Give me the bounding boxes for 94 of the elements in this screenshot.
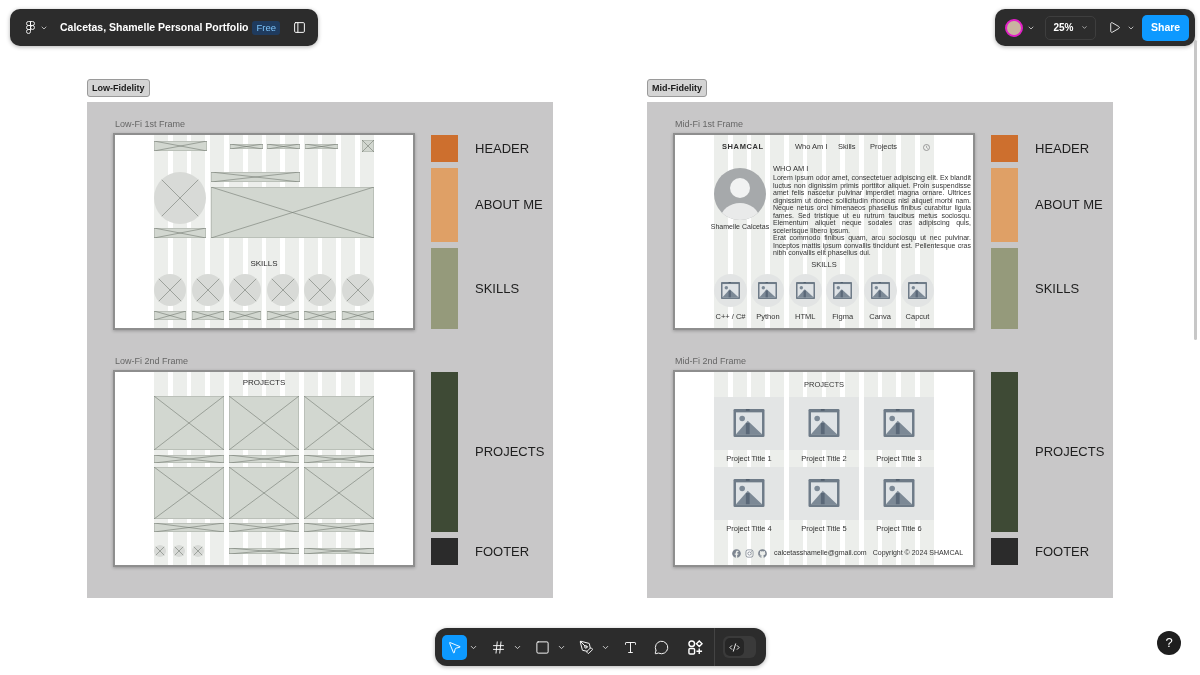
crossed-box-icon bbox=[229, 467, 299, 519]
section-heading: SKILLS bbox=[250, 259, 278, 269]
toggle-knob[interactable] bbox=[725, 638, 744, 656]
crossed-box-icon bbox=[229, 548, 299, 554]
avatar-silhouette bbox=[714, 168, 766, 220]
crossed-box-icon bbox=[191, 311, 224, 320]
crossed-box-icon bbox=[154, 311, 186, 320]
crossed-box-icon bbox=[230, 143, 263, 149]
image-placeholder-icon bbox=[826, 274, 860, 307]
hash-icon bbox=[491, 639, 506, 655]
section-tag[interactable]: Low-Fidelity bbox=[87, 79, 150, 97]
crossed-box-icon bbox=[267, 143, 300, 149]
facebook-icon[interactable] bbox=[732, 548, 741, 558]
legend-label: FOOTER bbox=[1035, 543, 1090, 560]
frame-title: Low-Fi 2nd Frame bbox=[115, 355, 189, 367]
sidebar-toggle-icon[interactable] bbox=[293, 21, 307, 34]
help-button[interactable]: ? bbox=[1157, 631, 1181, 655]
image-placeholder-icon bbox=[900, 274, 934, 307]
code-icon bbox=[729, 641, 740, 653]
crossed-box-icon bbox=[304, 548, 374, 554]
legend-label: ABOUT ME bbox=[1035, 197, 1103, 213]
legend-label: FOOTER bbox=[475, 543, 530, 560]
legend-label: PROJECTS bbox=[475, 444, 545, 460]
shapes-plus-icon bbox=[688, 639, 703, 655]
crossed-circle-icon bbox=[191, 274, 224, 306]
crossed-box-icon bbox=[266, 311, 299, 320]
crossed-box-icon bbox=[362, 140, 374, 152]
image-placeholder-icon bbox=[751, 274, 785, 307]
image-placeholder-icon bbox=[863, 274, 897, 307]
legend-label: SKILLS bbox=[1035, 280, 1080, 297]
legend-label: HEADER bbox=[1035, 140, 1090, 157]
crossed-circle-icon bbox=[154, 172, 206, 224]
section-tag[interactable]: Mid-Fidelity bbox=[647, 79, 707, 97]
crossed-box-icon bbox=[304, 467, 374, 519]
crossed-box-icon bbox=[341, 311, 374, 320]
github-icon[interactable] bbox=[758, 548, 767, 558]
zoom-dropdown[interactable]: 25% bbox=[1045, 15, 1096, 40]
square-icon bbox=[535, 639, 550, 655]
crossed-circle-icon bbox=[341, 274, 374, 306]
app-logo-icon bbox=[26, 21, 35, 34]
crossed-box-icon bbox=[305, 143, 338, 149]
crossed-box-icon bbox=[154, 467, 224, 519]
crossed-circle-icon bbox=[154, 545, 166, 557]
crossed-circle-icon bbox=[154, 274, 186, 306]
crossed-box-icon bbox=[229, 396, 299, 450]
dev-mode-toggle[interactable] bbox=[723, 636, 756, 658]
crossed-circle-icon bbox=[229, 274, 262, 306]
legend-label: ABOUT ME bbox=[475, 197, 543, 213]
cursor-icon bbox=[447, 639, 462, 655]
crossed-box-icon bbox=[154, 523, 224, 532]
move-tool-button[interactable] bbox=[442, 634, 467, 660]
crossed-box-icon bbox=[154, 228, 206, 238]
section-heading: PROJECTS bbox=[242, 378, 286, 388]
crossed-circle-icon bbox=[192, 545, 204, 557]
image-placeholder-icon bbox=[864, 467, 934, 520]
image-placeholder-icon bbox=[714, 274, 747, 307]
legend-label: HEADER bbox=[475, 140, 530, 157]
crossed-circle-icon bbox=[304, 274, 337, 306]
frame-title: Mid-Fi 2nd Frame bbox=[675, 355, 746, 367]
crossed-box-icon bbox=[211, 172, 300, 182]
play-icon[interactable] bbox=[1108, 21, 1121, 34]
image-placeholder-icon bbox=[864, 397, 934, 450]
image-placeholder-icon bbox=[789, 397, 859, 450]
plan-badge: Free bbox=[252, 20, 281, 35]
frame-title: Low-Fi 1st Frame bbox=[115, 118, 185, 130]
user-avatar[interactable] bbox=[1005, 18, 1023, 37]
text-icon bbox=[623, 639, 638, 655]
crossed-box-icon bbox=[304, 523, 374, 532]
file-title: Calcetas, Shamelle Personal Portfolio bbox=[60, 19, 249, 35]
chevron-down-icon bbox=[1080, 24, 1088, 31]
crossed-box-icon bbox=[154, 396, 224, 450]
crossed-box-icon bbox=[229, 455, 299, 463]
crossed-circle-icon bbox=[173, 545, 185, 557]
instagram-icon[interactable] bbox=[745, 548, 754, 558]
image-placeholder-icon bbox=[789, 467, 859, 520]
crossed-box-icon bbox=[229, 523, 299, 532]
crossed-box-icon bbox=[304, 396, 374, 450]
pen-nib-icon bbox=[579, 639, 594, 655]
main-menu-button[interactable] bbox=[26, 21, 48, 34]
crossed-box-icon bbox=[211, 187, 374, 238]
scrollbar[interactable] bbox=[1194, 40, 1197, 340]
speech-bubble-icon bbox=[654, 639, 669, 655]
frame-title: Mid-Fi 1st Frame bbox=[675, 118, 743, 130]
image-placeholder-icon bbox=[714, 467, 784, 520]
legend-label: SKILLS bbox=[475, 280, 520, 297]
legend-label: PROJECTS bbox=[1035, 444, 1105, 460]
crossed-box-icon bbox=[304, 455, 374, 463]
image-placeholder-icon bbox=[788, 274, 822, 307]
image-placeholder-icon bbox=[714, 397, 784, 450]
crossed-box-icon bbox=[229, 311, 262, 320]
crossed-box-icon bbox=[154, 141, 207, 151]
crossed-circle-icon bbox=[266, 274, 299, 306]
crossed-box-icon bbox=[304, 311, 337, 320]
crossed-box-icon bbox=[154, 455, 224, 463]
